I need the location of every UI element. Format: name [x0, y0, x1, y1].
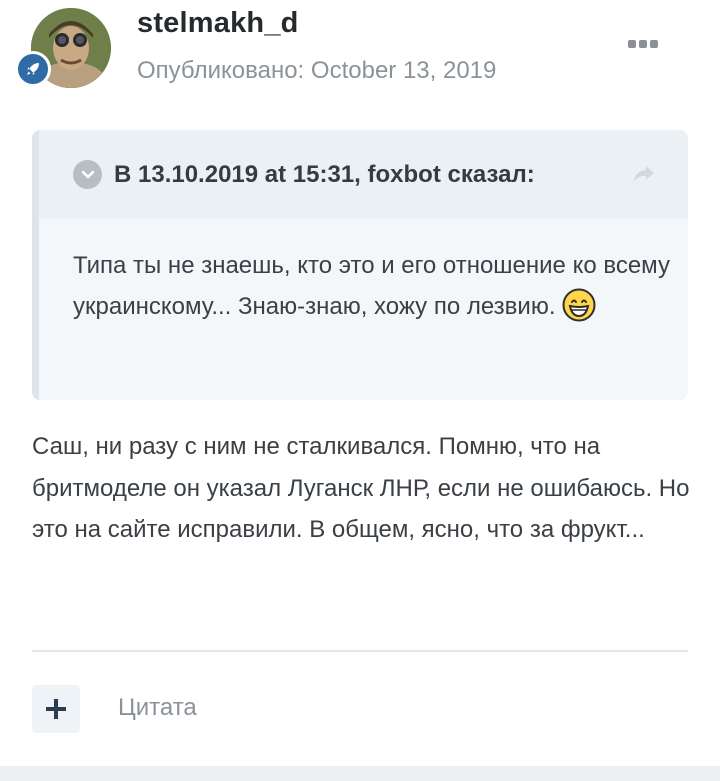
chevron-down-icon[interactable]: [73, 160, 102, 189]
published-date[interactable]: October 13, 2019: [311, 57, 496, 84]
post-header: stelmakh_d Опубликовано: October 13, 201…: [0, 0, 720, 110]
post-body-text: Саш, ни разу с ним не сталкивался. Помню…: [32, 433, 690, 543]
plus-icon: [46, 699, 66, 719]
more-dots-icon[interactable]: [628, 34, 668, 54]
divider: [32, 650, 688, 652]
quote-left-border: [32, 130, 39, 400]
quote-block: В 13.10.2019 at 15:31, foxbot сказал: Ти…: [32, 130, 688, 400]
published-label: Опубликовано:: [137, 57, 305, 84]
quote-header: В 13.10.2019 at 15:31, foxbot сказал:: [39, 130, 688, 219]
published-line: Опубликовано: October 13, 2019: [137, 57, 496, 85]
add-quote-button[interactable]: [32, 685, 80, 733]
quote-text: Типа ты не знаешь, кто это и его отношен…: [73, 245, 673, 335]
footer-strip: [0, 766, 720, 781]
quote-title: В 13.10.2019 at 15:31, foxbot сказал:: [114, 161, 535, 188]
quote-action-label[interactable]: Цитата: [118, 694, 197, 722]
share-arrow-icon[interactable]: [629, 162, 659, 188]
grinning-smiley-icon: [562, 288, 596, 335]
username[interactable]: stelmakh_d: [137, 7, 299, 40]
rocket-icon: [15, 51, 51, 87]
